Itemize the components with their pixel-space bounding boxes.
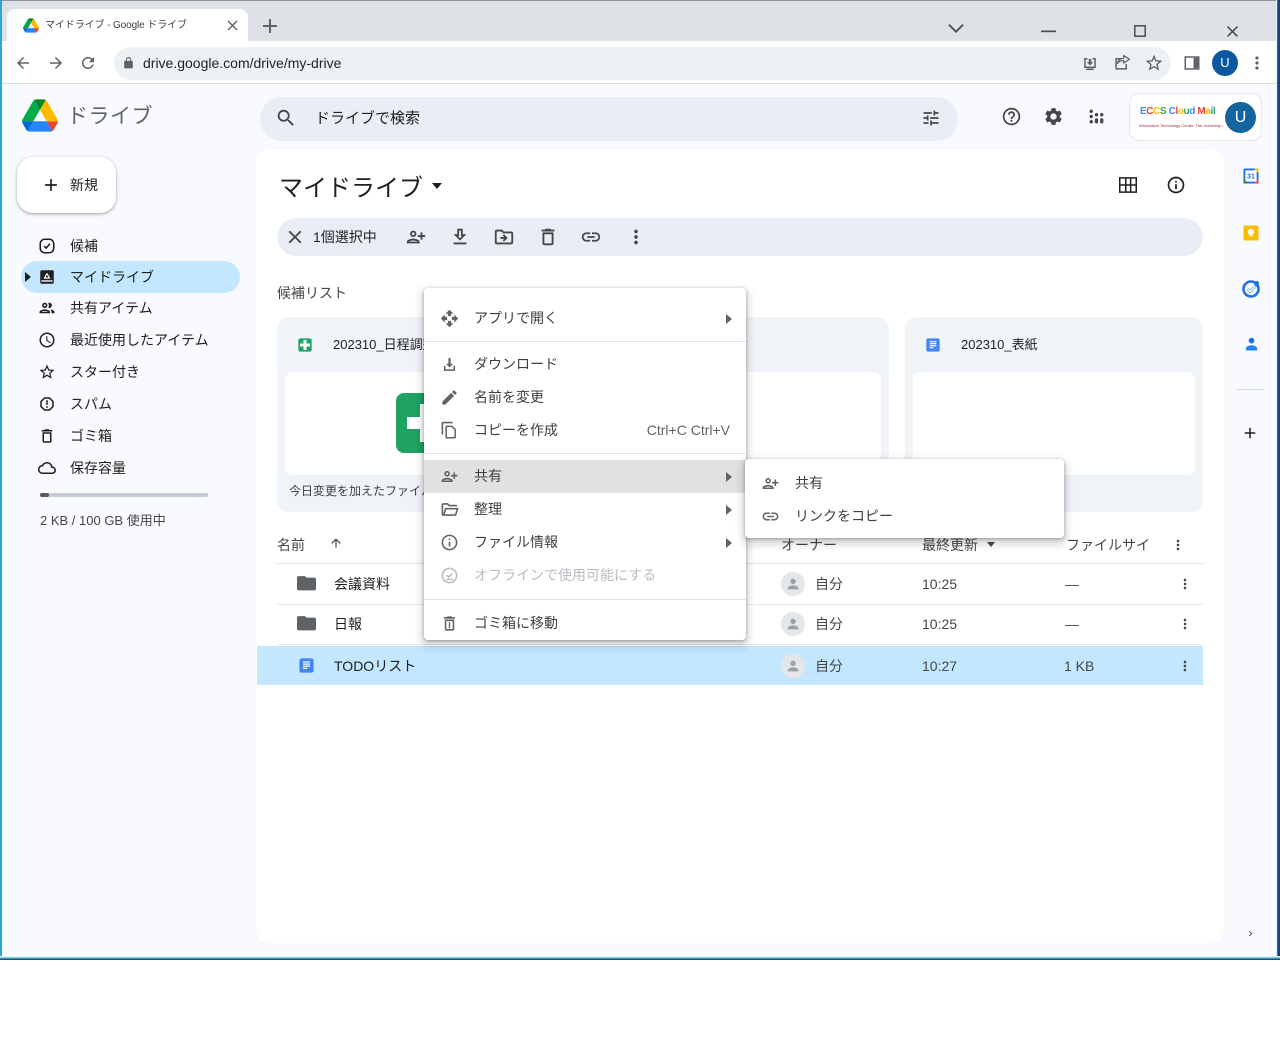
svg-text:31: 31 — [1247, 173, 1255, 181]
